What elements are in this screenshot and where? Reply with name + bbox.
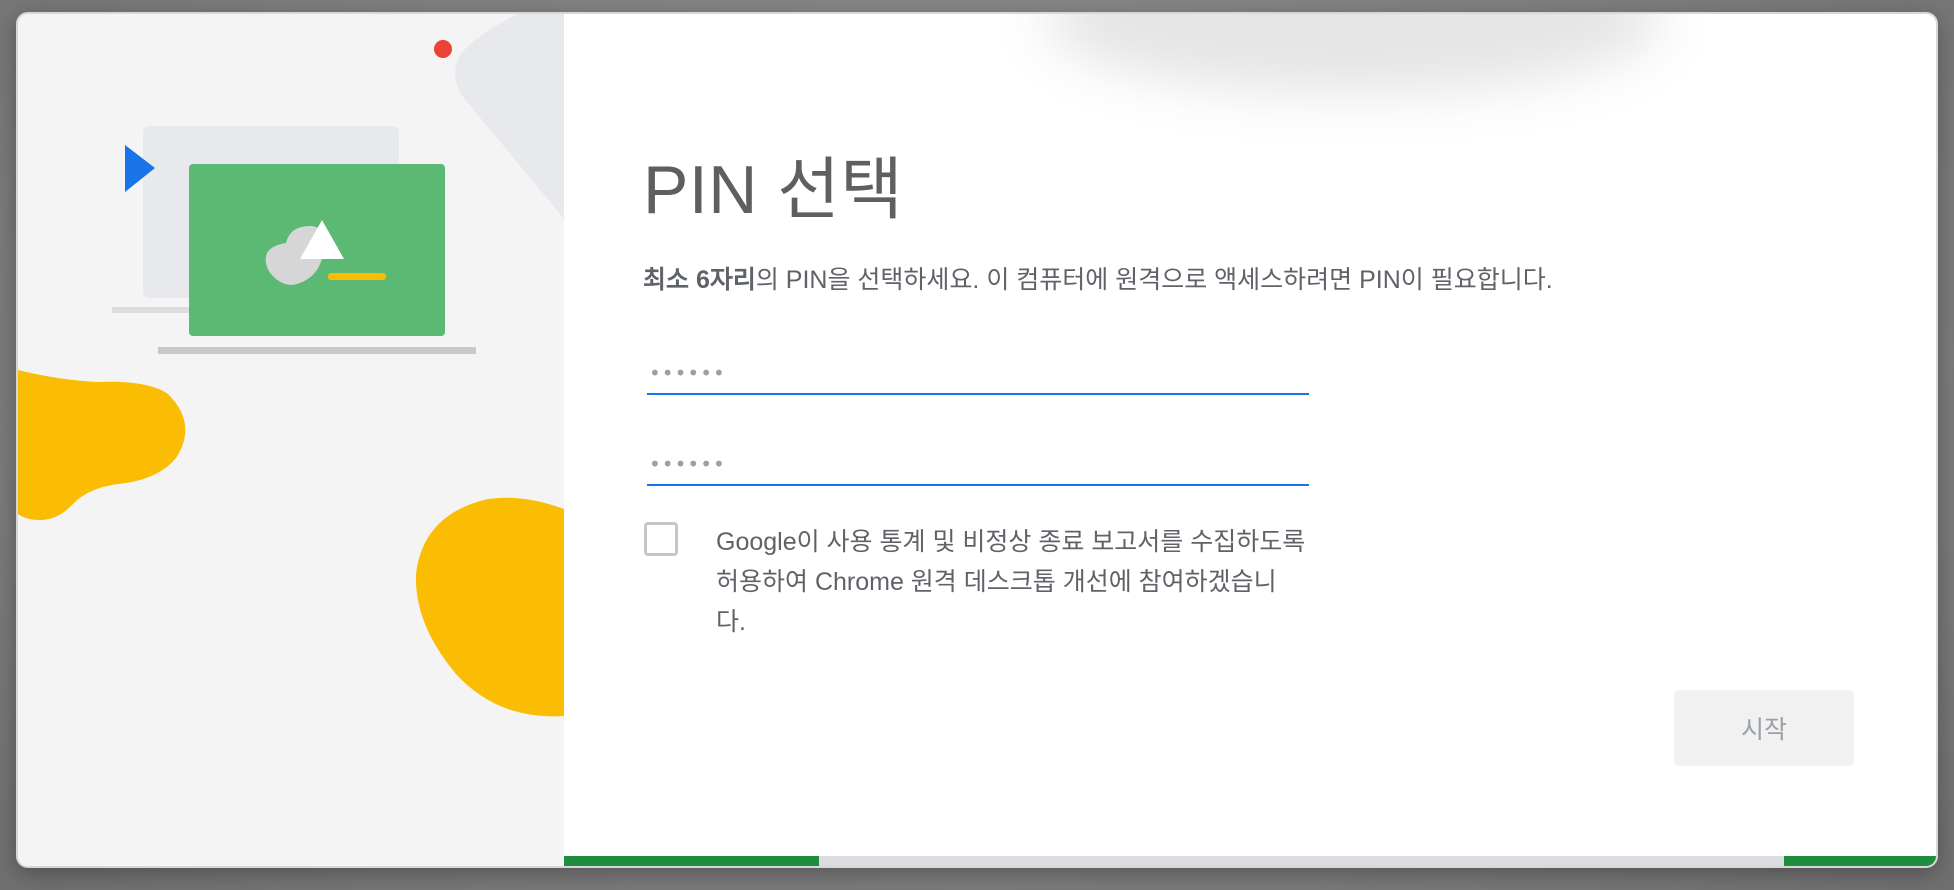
pin-description-rest: 의 PIN을 선택하세요. 이 컴퓨터에 원격으로 액세스하려면 PIN이 필요… [755,266,1553,294]
pin-confirm-input[interactable] [647,444,1309,486]
page-title: PIN 선택 [643,152,904,228]
back-laptop-base-icon [112,307,202,313]
yellow-bar-icon [328,273,386,280]
red-dot-icon [434,40,452,58]
yellow-blob-left-icon [18,370,186,520]
laptop-illustration-icon [18,14,564,717]
illustration-panel [18,14,564,866]
laptop-base-icon [158,347,476,354]
usage-stats-checkbox[interactable] [644,522,678,556]
progress-bar [564,856,1936,866]
progress-fill-left [564,856,819,866]
progress-fill-right [1784,856,1936,866]
grey-shape-icon [455,14,564,219]
yellow-blob-icon [415,497,564,717]
pin-description: 최소 6자리의 PIN을 선택하세요. 이 컴퓨터에 원격으로 액세스하려면 P… [643,260,1553,296]
content-panel: PIN 선택 최소 6자리의 PIN을 선택하세요. 이 컴퓨터에 원격으로 액… [564,14,1936,866]
pin-input[interactable] [647,353,1309,395]
top-shadow [1044,14,1664,94]
setup-pin-dialog: PIN 선택 최소 6자리의 PIN을 선택하세요. 이 컴퓨터에 원격으로 액… [18,14,1936,866]
pin-description-bold: 최소 6자리 [643,266,756,294]
usage-stats-label[interactable]: Google이 사용 통계 및 비정상 종료 보고서를 수집하도록 허용하여 C… [716,522,1306,642]
start-button[interactable]: 시작 [1674,690,1854,766]
